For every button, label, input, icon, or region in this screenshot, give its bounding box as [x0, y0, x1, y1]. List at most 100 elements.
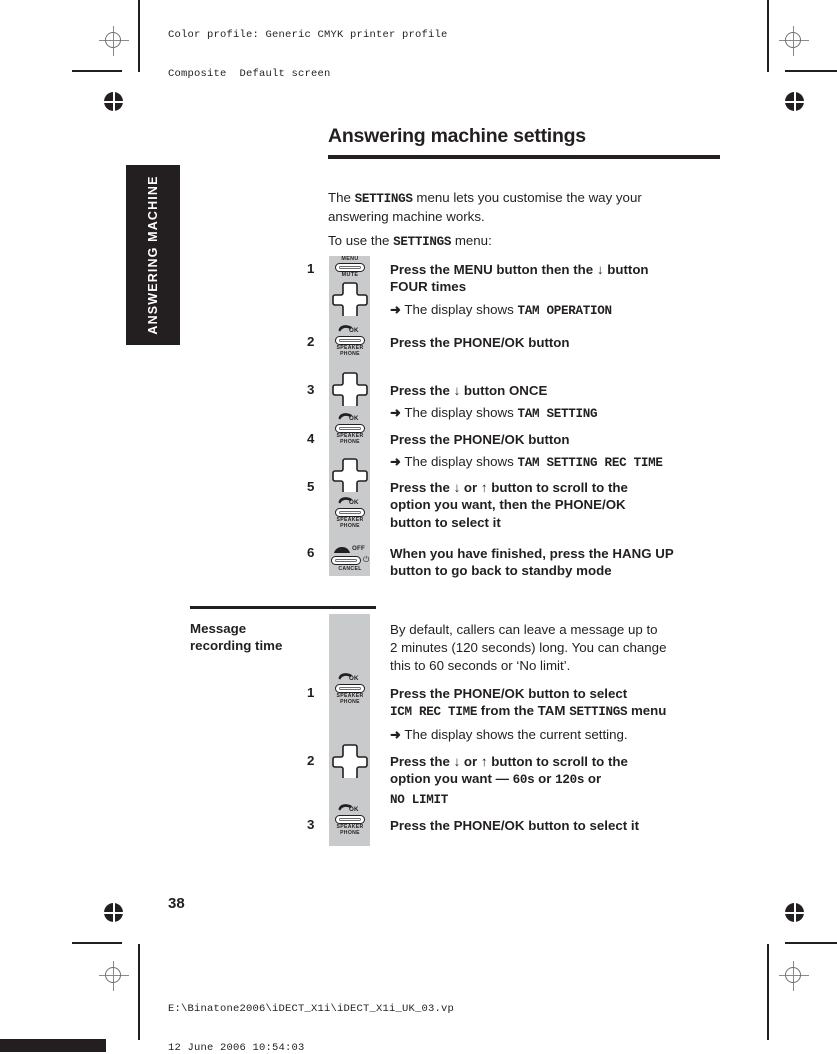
- sec2-step-result-1: ➜ The display shows the current setting.: [390, 726, 730, 743]
- regmark-ring: [785, 967, 801, 983]
- chapter-tab-label: ANSWERING MACHINE: [146, 175, 160, 335]
- density-dot-top-left: [104, 92, 123, 111]
- sec2-title-l2: recording time: [190, 638, 283, 654]
- step-text-3: Press the ↓ button ONCE: [390, 382, 720, 399]
- device-dpad-step3: [328, 372, 372, 406]
- sec2-s1-a: Press the: [390, 686, 454, 701]
- intro-l2: answering machine works.: [328, 209, 485, 225]
- sec2-title-l1: Message: [190, 621, 247, 636]
- device-phone-ok-step2: OK SPEAKER PHONE: [328, 324, 372, 358]
- dot-hline: [785, 911, 804, 914]
- chapter-tab-answering-machine: ANSWERING MACHINE: [126, 165, 180, 345]
- section-divider-rule: [190, 606, 376, 609]
- s5-l3: button to select it: [390, 514, 501, 530]
- density-dot-top-right: [785, 92, 804, 111]
- s4-ok: PHONE/OK: [453, 432, 525, 447]
- device-label-phone: PHONE: [340, 439, 360, 446]
- s3-a: Press the ↓ button ONCE: [390, 383, 548, 398]
- device-label-ok: OK: [349, 499, 359, 506]
- device-label-ok: OK: [349, 675, 359, 682]
- proof-header-line1: Color profile: Generic CMYK printer prof…: [168, 29, 448, 41]
- registration-mark-top-right: [779, 26, 809, 56]
- sec2-s2-nolimit-lcd: NO LIMIT: [390, 792, 449, 807]
- sec2-step-number-1: 1: [307, 685, 315, 700]
- dot-hline: [785, 100, 804, 103]
- proof-footer-line1: E:\Binatone2006\iDECT_X1i\iDECT_X1i_UK_0…: [168, 1003, 455, 1015]
- step-text-4: Press the PHONE/OK button: [390, 431, 720, 448]
- proof-footer-line2: 12 June 2006 10:54:03: [168, 1042, 305, 1054]
- s3-res-lcd: TAM SETTING: [517, 407, 598, 421]
- sec2-s2-60s-lcd: 60s: [512, 773, 535, 788]
- phone-ok-button-oval: [335, 683, 365, 693]
- registration-mark-top-left: [99, 26, 129, 56]
- s4-res-a: The display shows: [404, 454, 514, 469]
- sec2-s1-b: button to select: [524, 686, 628, 701]
- sec2-s2-120s-lcd: 120s: [555, 773, 585, 788]
- device-phone-ok-sec2-step1: OK SPEAKER PHONE: [328, 672, 372, 706]
- page-title: Answering machine settings: [328, 124, 720, 159]
- density-dot-bottom-left: [104, 903, 123, 922]
- touse-a: To use the: [328, 233, 394, 248]
- section2-intro: By default, callers can leave a message …: [390, 621, 725, 676]
- trim-rule-left-bottom: [72, 942, 122, 944]
- power-icon: ⏻: [363, 555, 370, 564]
- s5-ok: PHONE/OK: [554, 497, 626, 513]
- intro-l1a: The: [328, 190, 355, 205]
- regmark-ring: [105, 32, 121, 48]
- section-heading-message-recording-time: Message recording time: [190, 620, 330, 655]
- page-title-rule: [328, 155, 720, 159]
- handset-down-icon-wrap: OFF: [328, 544, 372, 554]
- s1-menu: MENU: [453, 262, 493, 277]
- s4-b: button: [524, 432, 570, 447]
- device-label-ok: OK: [349, 415, 359, 422]
- registration-mark-bottom-left: [99, 961, 129, 991]
- s1-res-lcd: TAM OPERATION: [517, 304, 612, 318]
- regmark-ring: [105, 967, 121, 983]
- dpad-icon: [332, 282, 368, 316]
- sec2-step-text-2: Press the ↓ or ↑ button to scroll to the…: [390, 753, 730, 809]
- oval-inner: [335, 558, 357, 562]
- result-arrow-icon: ➜: [390, 727, 401, 742]
- oval-inner: [339, 510, 361, 514]
- bleed-bar: [0, 1039, 106, 1052]
- s5-l1: Press the ↓ or ↑ button to scroll to the: [390, 480, 628, 495]
- proof-header-line2: Composite Default screen: [168, 68, 331, 80]
- intro-l1b: menu lets you customise the way your: [412, 190, 642, 205]
- handset-icon-wrap: OK: [328, 324, 372, 335]
- sec2-s2-l1: Press the ↓ or ↑ button to scroll to the: [390, 754, 628, 769]
- oval-inner: [339, 426, 361, 430]
- dpad-icon: [332, 458, 368, 492]
- phone-ok-button-oval: [335, 423, 365, 433]
- handset-icon-wrap: OK: [328, 803, 372, 814]
- sec2-s3-a: Press the: [390, 818, 454, 833]
- device-menu-mute-button: MENU MUTE: [328, 256, 372, 279]
- oval-inner: [339, 817, 361, 821]
- s1-l1a: Press the: [390, 262, 454, 277]
- sec2-s2-end: or: [584, 771, 602, 787]
- dot-hline: [104, 100, 123, 103]
- trim-rule-right-top: [785, 70, 837, 72]
- step-number-3: 3: [307, 382, 315, 397]
- step-result-1: ➜ The display shows TAM OPERATION: [390, 301, 720, 320]
- device-label-mute: MUTE: [341, 272, 359, 279]
- s6-l2: button to go back to standby mode: [390, 563, 612, 579]
- step-text-1: Press the MENU button then the ↓ button …: [390, 261, 720, 296]
- intro-settings-lcd: SETTINGS: [354, 192, 413, 206]
- trim-rule-right-bottom: [785, 942, 837, 944]
- s1-l1b: button then the ↓ button: [492, 262, 649, 277]
- device-phone-ok-sec2-step3: OK SPEAKER PHONE: [328, 803, 372, 837]
- phone-ok-button-oval: [335, 814, 365, 824]
- step-number-5: 5: [307, 479, 315, 494]
- device-phone-ok-step5: OK SPEAKER PHONE: [328, 496, 372, 530]
- device-dpad-step1: [328, 282, 372, 316]
- result-arrow-icon: ➜: [390, 454, 401, 469]
- sec2-step-text-1: Press the PHONE/OK button to select ICM …: [390, 685, 730, 722]
- s2-a: Press the: [390, 335, 454, 350]
- device-label-phone: PHONE: [340, 699, 360, 706]
- step-number-4: 4: [307, 431, 315, 446]
- s6-hangup: HANG UP: [612, 546, 674, 561]
- density-dot-bottom-right: [785, 903, 804, 922]
- sec2-step-number-2: 2: [307, 753, 315, 768]
- device-label-off: OFF: [352, 545, 365, 552]
- step-text-6: When you have finished, press the HANG U…: [390, 545, 730, 580]
